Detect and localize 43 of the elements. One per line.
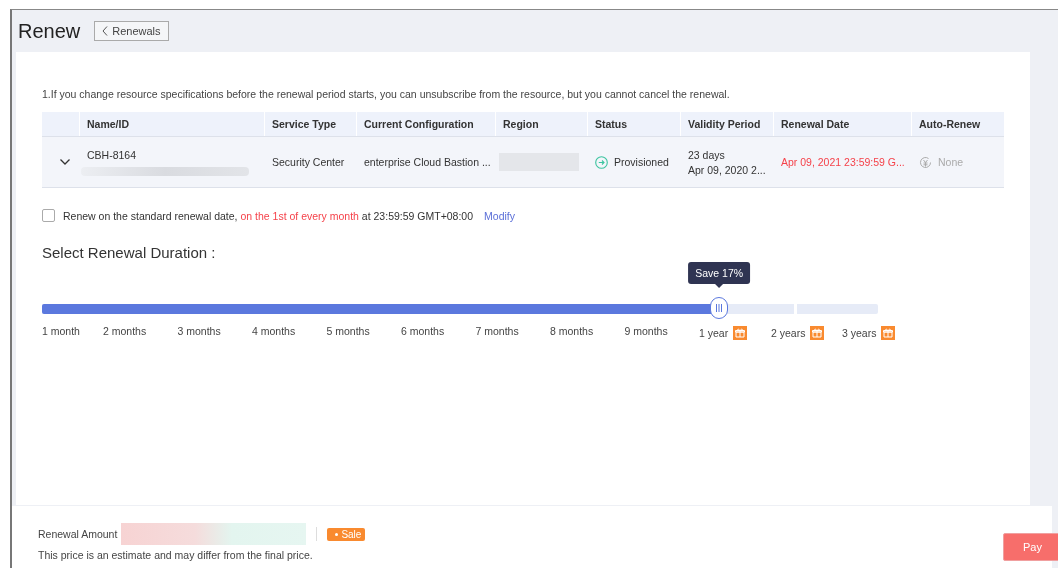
- table-cell: None: [938, 156, 964, 168]
- duration-option[interactable]: 5 months: [326, 325, 370, 337]
- table-cell: Security Center: [272, 156, 345, 168]
- duration-option[interactable]: 1 month: [42, 325, 80, 337]
- column-header: Region: [496, 112, 588, 136]
- arrow-circle-icon: [595, 155, 608, 169]
- modify-link[interactable]: Modify: [484, 209, 515, 222]
- price-note: This price is an estimate and may differ from the final price.: [38, 549, 314, 561]
- duration-option[interactable]: 1 year: [699, 327, 729, 339]
- table-cell: Apr 09, 2020 2...: [688, 163, 766, 176]
- column-header: Name/ID: [80, 112, 265, 136]
- column-header: Auto-Renew: [918, 117, 982, 132]
- checkbox[interactable]: [42, 209, 55, 222]
- duration-option[interactable]: 2 years: [771, 327, 806, 339]
- duration-option[interactable]: 4 months: [252, 325, 296, 337]
- column-header: Validity Period: [681, 112, 774, 136]
- notice-text: 1.If you change resource specifications before the renewal period starts, you can unsubscribe from the resource, but you cannot cancel the renewal.: [42, 88, 731, 100]
- duration-option[interactable]: 3 months: [177, 325, 221, 337]
- page-title: Renew: [18, 19, 81, 43]
- slider-thumb[interactable]: [710, 297, 729, 319]
- duration-option[interactable]: 3 years: [842, 327, 877, 339]
- duration-option[interactable]: 2 months: [103, 325, 147, 337]
- duration-option[interactable]: 9 months: [624, 325, 668, 337]
- chevron-down-icon[interactable]: [59, 159, 70, 165]
- currency-cycle-icon: [919, 155, 932, 169]
- table-cell: Provisioned: [614, 156, 669, 168]
- column-header: Status: [588, 112, 681, 136]
- column-header: Service Type: [265, 112, 357, 136]
- standard-date-text: Renew on the standard renewal date, on the 1st of every month at 23:59:59 GMT+08:00: [63, 209, 474, 222]
- table-cell: Apr 09, 2021 23:59:59 G...: [781, 156, 905, 168]
- duration-option[interactable]: 7 months: [475, 325, 519, 337]
- sale-tag: Sale: [327, 527, 366, 541]
- section-title: Select Renewal Duration :: [42, 244, 217, 261]
- column-header: Current Configuration: [357, 112, 496, 136]
- amount-label: Renewal Amount: [38, 528, 118, 540]
- duration-option[interactable]: 6 months: [401, 325, 445, 337]
- column-header: Renewal Date: [774, 112, 912, 136]
- table-cell: enterprise Cloud Bastion ...: [364, 156, 491, 168]
- table-cell: 23 days: [688, 148, 725, 161]
- chevron-left-icon: [102, 26, 109, 36]
- back-button[interactable]: Renewals: [94, 21, 169, 41]
- resource-name: CBH-8164: [87, 148, 137, 161]
- duration-option[interactable]: 8 months: [550, 325, 594, 337]
